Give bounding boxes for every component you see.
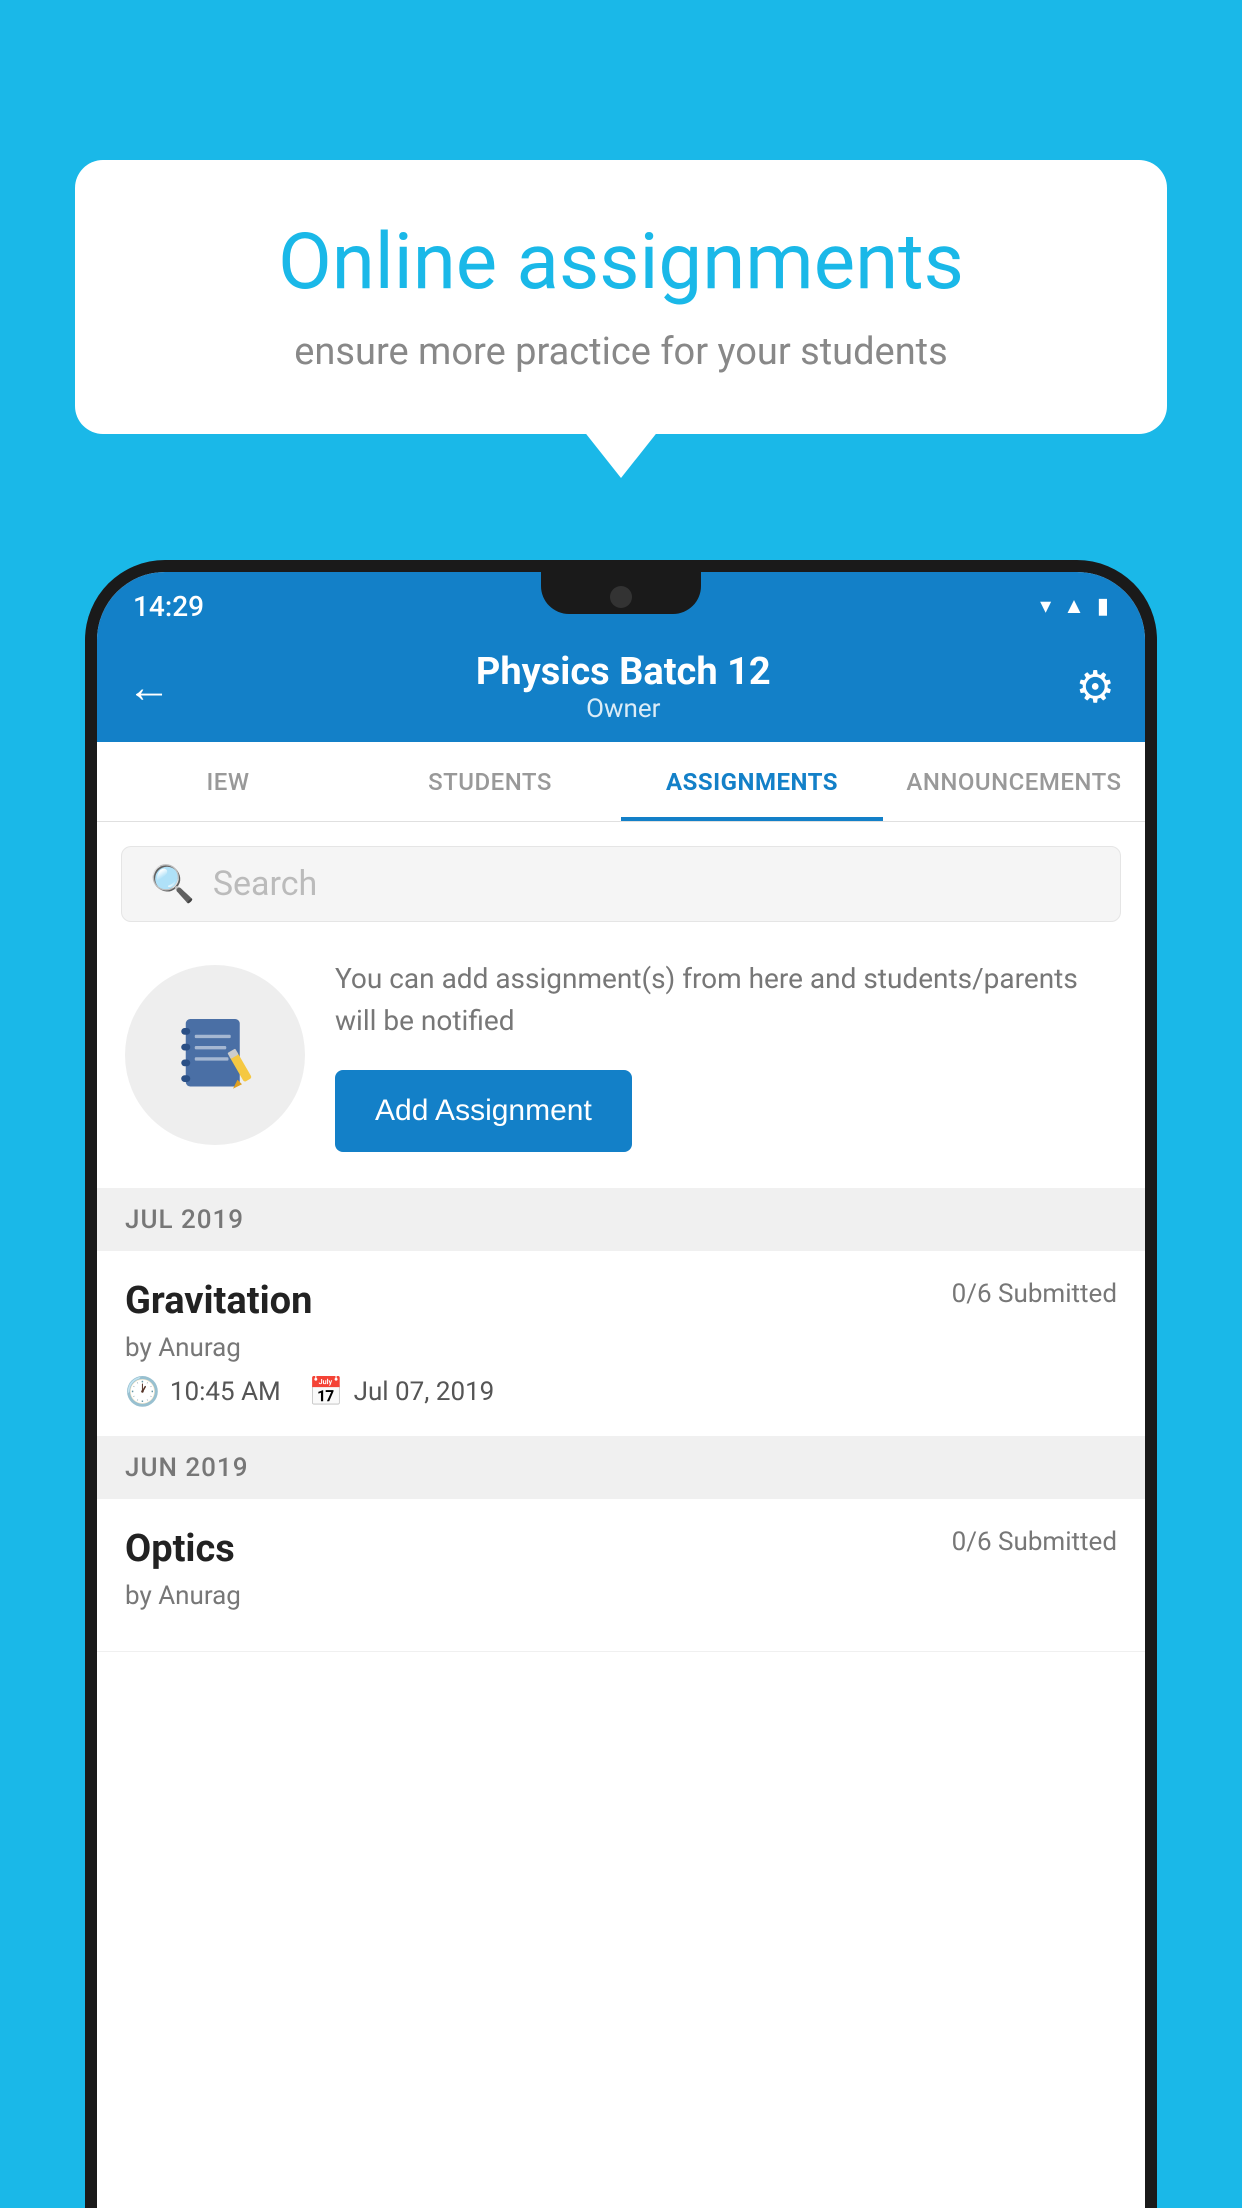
calendar-icon: 📅: [309, 1375, 344, 1408]
tab-students[interactable]: STUDENTS: [359, 742, 621, 821]
phone-notch: [541, 572, 701, 614]
speech-bubble-container: Online assignments ensure more practice …: [75, 160, 1167, 434]
search-icon: 🔍: [150, 863, 195, 905]
section-header-jun: JUN 2019: [97, 1437, 1145, 1499]
tab-assignments[interactable]: ASSIGNMENTS: [621, 742, 883, 821]
add-assignment-description: You can add assignment(s) from here and …: [335, 958, 1117, 1042]
settings-icon[interactable]: ⚙: [1076, 661, 1115, 713]
header-center: Physics Batch 12 Owner: [476, 650, 771, 724]
optics-author: by Anurag: [125, 1581, 1117, 1611]
wifi-icon: ▾: [1040, 594, 1051, 619]
add-assignment-section: You can add assignment(s) from here and …: [97, 922, 1145, 1189]
clock-icon: 🕐: [125, 1375, 160, 1408]
header-subtitle: Owner: [476, 694, 771, 724]
assignment-date: 📅 Jul 07, 2019: [309, 1375, 495, 1408]
assignment-item-optics[interactable]: Optics 0/6 Submitted by Anurag: [97, 1499, 1145, 1652]
app-header: ← Physics Batch 12 Owner ⚙: [97, 632, 1145, 742]
speech-bubble: Online assignments ensure more practice …: [75, 160, 1167, 434]
assignment-time: 🕐 10:45 AM: [125, 1375, 281, 1408]
add-assignment-button[interactable]: Add Assignment: [335, 1070, 632, 1152]
search-placeholder: Search: [213, 864, 317, 904]
optics-name: Optics: [125, 1527, 235, 1571]
assignment-author: by Anurag: [125, 1333, 1117, 1363]
bubble-title: Online assignments: [145, 220, 1097, 306]
header-title: Physics Batch 12: [476, 650, 771, 694]
bubble-subtitle: ensure more practice for your students: [145, 330, 1097, 374]
assignment-submitted: 0/6 Submitted: [952, 1279, 1117, 1309]
phone-inner: 14:29 ▾ ▲ ▮ ← Physics Batch 12 Owner ⚙ I…: [97, 572, 1145, 2208]
status-time: 14:29: [133, 590, 204, 623]
status-icons: ▾ ▲ ▮: [1040, 593, 1109, 619]
content-area: 🔍 Search: [97, 822, 1145, 2208]
phone-mockup: 14:29 ▾ ▲ ▮ ← Physics Batch 12 Owner ⚙ I…: [85, 560, 1157, 2208]
camera-icon: [610, 586, 632, 608]
search-bar[interactable]: 🔍 Search: [121, 846, 1121, 922]
back-button[interactable]: ←: [127, 661, 171, 713]
notebook-icon-circle: [125, 965, 305, 1145]
assignment-row-top: Gravitation 0/6 Submitted: [125, 1279, 1117, 1323]
battery-icon: ▮: [1097, 594, 1109, 619]
tab-iew[interactable]: IEW: [97, 742, 359, 821]
tab-announcements[interactable]: ANNOUNCEMENTS: [883, 742, 1145, 821]
assignment-item-gravitation[interactable]: Gravitation 0/6 Submitted by Anurag 🕐 10…: [97, 1251, 1145, 1437]
assignment-meta: 🕐 10:45 AM 📅 Jul 07, 2019: [125, 1375, 1117, 1408]
tab-bar: IEW STUDENTS ASSIGNMENTS ANNOUNCEMENTS: [97, 742, 1145, 822]
signal-icon: ▲: [1063, 593, 1085, 619]
add-assignment-right: You can add assignment(s) from here and …: [335, 958, 1117, 1152]
assignment-name: Gravitation: [125, 1279, 312, 1323]
optics-submitted: 0/6 Submitted: [952, 1527, 1117, 1557]
assignment-row-top-optics: Optics 0/6 Submitted: [125, 1527, 1117, 1571]
section-header-jul: JUL 2019: [97, 1189, 1145, 1251]
notebook-icon: [170, 1010, 260, 1100]
